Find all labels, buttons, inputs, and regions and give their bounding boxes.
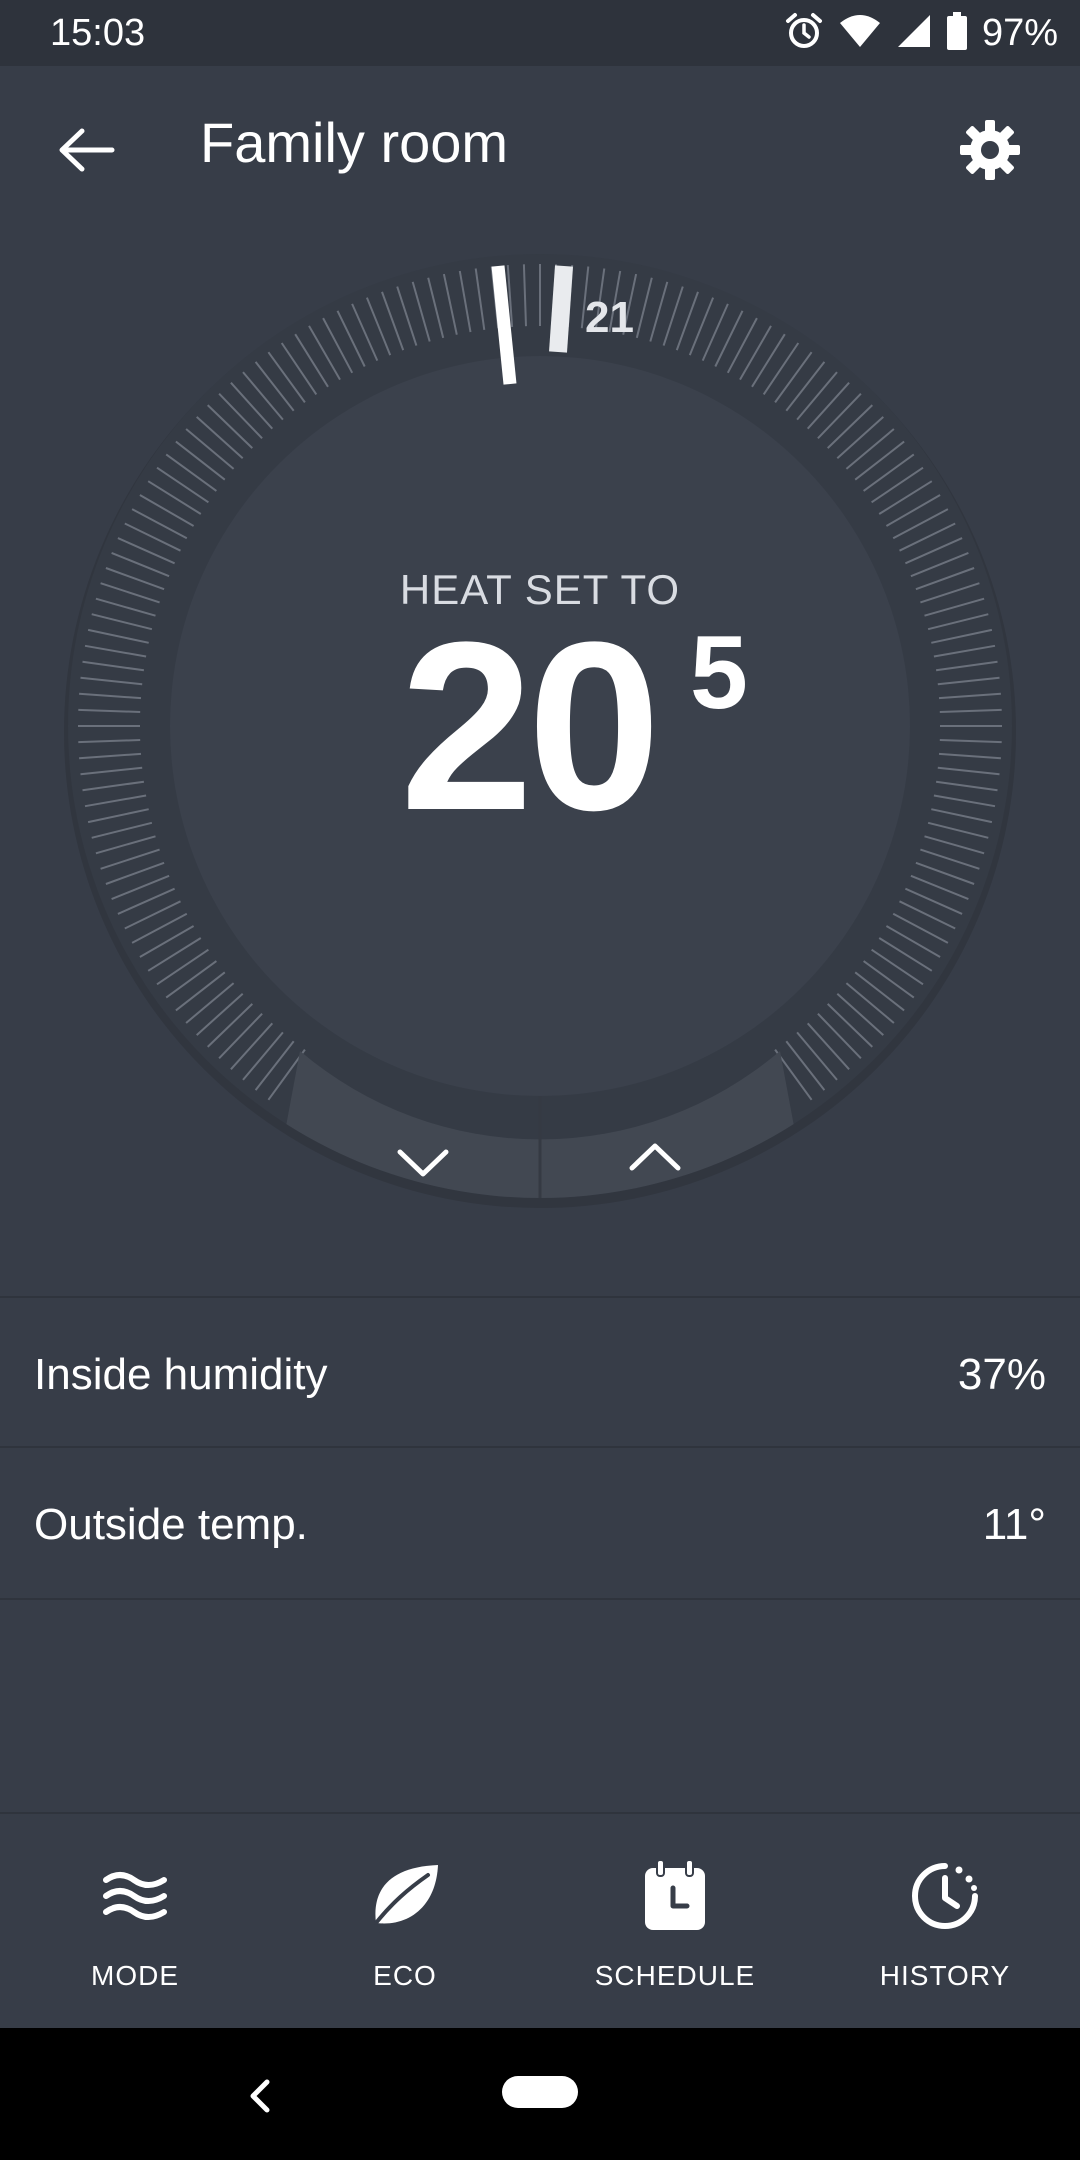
leaf-icon bbox=[270, 1856, 540, 1936]
settings-button[interactable] bbox=[950, 112, 1030, 192]
nav-mode[interactable]: MODE bbox=[0, 1814, 270, 2030]
nav-label: HISTORY bbox=[879, 1960, 1011, 1991]
thermostat-dial[interactable]: 21 HEAT SET TO 20 5 bbox=[0, 226, 1080, 1256]
arrow-back-icon bbox=[56, 125, 116, 180]
decrease-temp-button[interactable] bbox=[300, 1086, 540, 1286]
nav-label: ECO bbox=[373, 1960, 437, 1991]
increase-temp-button[interactable] bbox=[542, 1086, 782, 1286]
nav-label: MODE bbox=[91, 1960, 179, 1991]
wifi-icon bbox=[838, 13, 882, 54]
home-pill-icon[interactable] bbox=[502, 2076, 578, 2108]
info-value: 11° bbox=[982, 1500, 1046, 1549]
alarm-icon bbox=[784, 11, 824, 56]
status-icons: 97% bbox=[784, 10, 1058, 56]
system-back-button[interactable] bbox=[220, 2058, 300, 2138]
app-bar: Family room bbox=[0, 66, 1080, 226]
nav-schedule[interactable]: SCHEDULE bbox=[540, 1814, 810, 2030]
outside-temp-row: Outside temp. 11° bbox=[0, 1446, 1080, 1600]
calendar-clock-icon bbox=[540, 1856, 810, 1936]
bottom-nav: MODE ECO SCHEDULE HISTORY bbox=[0, 1812, 1080, 2030]
system-back-icon bbox=[245, 2076, 275, 2121]
setpoint-whole: 20 bbox=[400, 592, 661, 860]
page-title: Family room bbox=[200, 111, 509, 174]
nav-label: SCHEDULE bbox=[594, 1960, 756, 1991]
mode-waves-icon bbox=[0, 1856, 270, 1936]
nav-eco[interactable]: ECO bbox=[270, 1814, 540, 2030]
info-value: 37% bbox=[957, 1350, 1046, 1399]
setpoint-fraction: 5 bbox=[690, 615, 748, 731]
cell-signal-icon bbox=[896, 13, 932, 54]
status-bar: 15:03 97% bbox=[0, 0, 1080, 66]
current-temp-label: 21 bbox=[585, 293, 634, 342]
current-temp-marker bbox=[549, 265, 573, 353]
system-nav-bar bbox=[0, 2028, 1080, 2160]
history-clock-icon bbox=[810, 1856, 1080, 1936]
gear-icon bbox=[959, 119, 1021, 186]
info-label: Inside humidity bbox=[34, 1350, 328, 1399]
nav-history[interactable]: HISTORY bbox=[810, 1814, 1080, 2030]
info-label: Outside temp. bbox=[34, 1500, 308, 1549]
inside-humidity-row: Inside humidity 37% bbox=[0, 1296, 1080, 1448]
chevron-down-icon bbox=[396, 1146, 450, 1185]
status-time: 15:03 bbox=[50, 12, 146, 54]
battery-icon bbox=[946, 11, 968, 55]
battery-percent: 97% bbox=[981, 11, 1058, 54]
chevron-up-icon bbox=[628, 1140, 682, 1179]
back-button[interactable] bbox=[46, 112, 126, 192]
